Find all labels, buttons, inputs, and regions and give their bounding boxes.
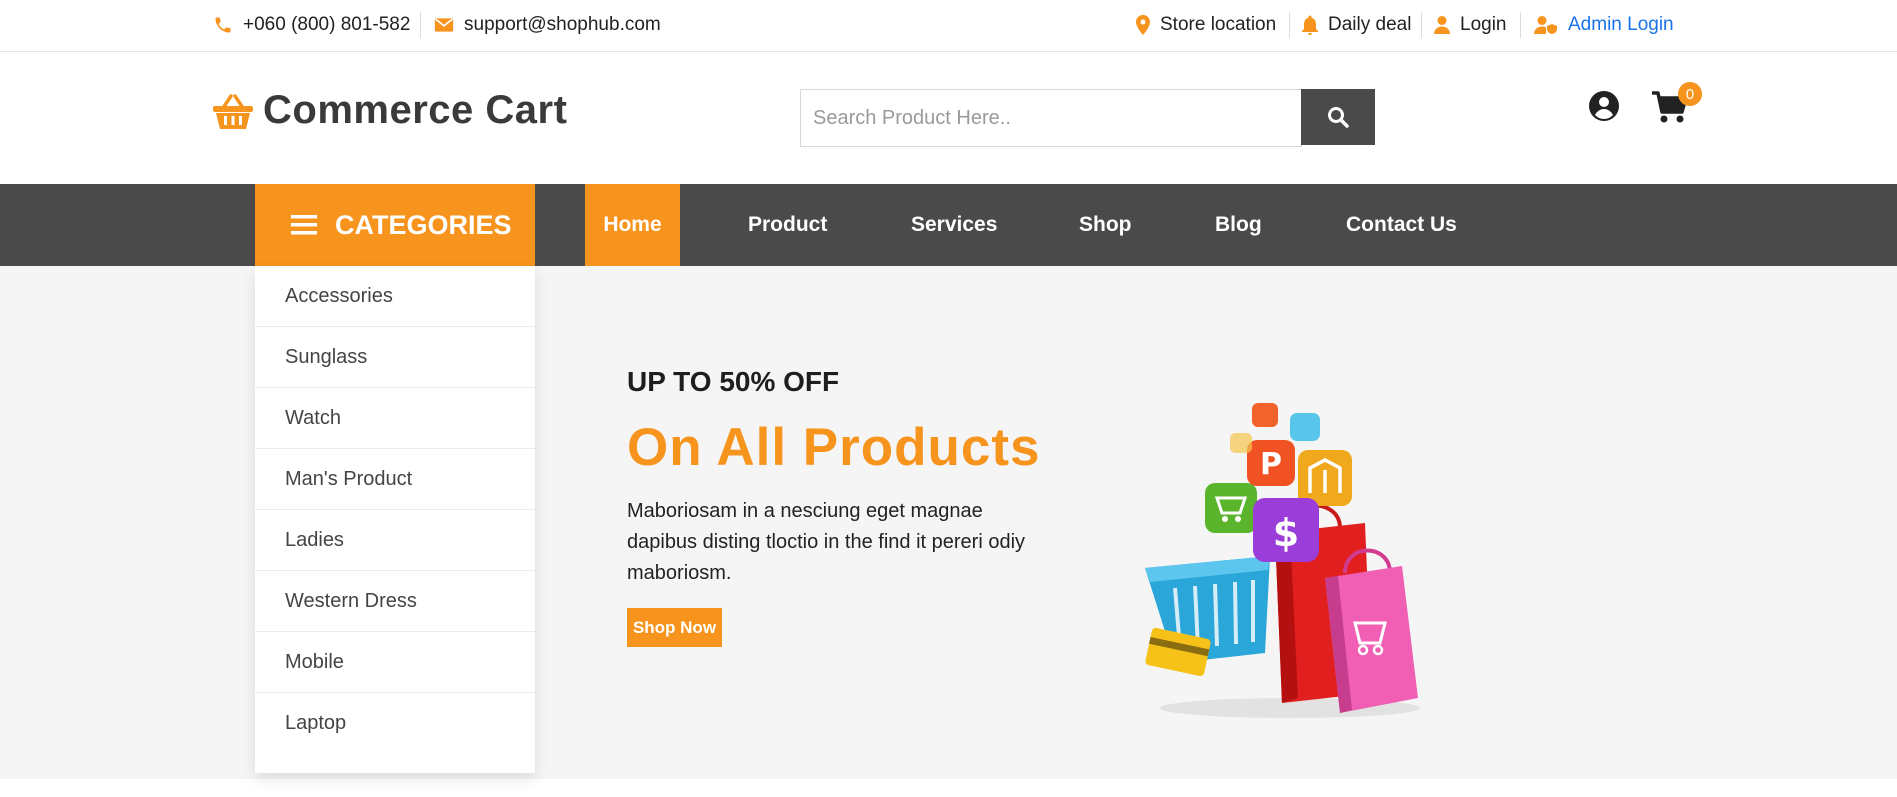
category-item-western-dress[interactable]: Western Dress [255, 571, 535, 632]
divider [1520, 12, 1521, 38]
hero-title: On All Products [627, 418, 1041, 477]
nav-home[interactable]: Home [585, 184, 680, 266]
categories-toggle[interactable]: CATEGORIES [255, 184, 535, 266]
user-icon [1434, 16, 1450, 34]
daily-deal-label: Daily deal [1328, 14, 1412, 35]
phone-contact[interactable]: +060 (800) 801-582 [213, 0, 410, 50]
paypal-app-icon: P [1247, 440, 1295, 486]
divider [1289, 12, 1290, 38]
daily-deal-link[interactable]: Daily deal [1302, 0, 1411, 50]
user-circle-icon [1589, 91, 1619, 121]
category-item-watch[interactable]: Watch [255, 388, 535, 449]
main-header: Commerce Cart 0 [0, 52, 1897, 184]
phone-number: +060 (800) 801-582 [243, 14, 411, 35]
bell-icon [1302, 15, 1318, 35]
category-item-mobile[interactable]: Mobile [255, 632, 535, 693]
categories-label: CATEGORIES [335, 209, 512, 240]
admin-login-link[interactable]: Admin Login [1534, 0, 1674, 50]
logo-text: Commerce Cart [263, 88, 568, 132]
hero-description: Maboriosam in a nesciung eget magnae dap… [627, 500, 1026, 584]
envelope-icon [434, 18, 454, 32]
search-input[interactable] [801, 90, 1301, 146]
main-nav: CATEGORIES Home Product Services Shop Bl… [0, 184, 1897, 266]
nav-shop[interactable]: Shop [1079, 184, 1132, 266]
shop-now-button[interactable]: Shop Now [627, 608, 722, 647]
category-item-laptop[interactable]: Laptop [255, 693, 535, 754]
search-icon [1328, 107, 1349, 128]
category-item-sunglass[interactable]: Sunglass [255, 327, 535, 388]
store-location-link[interactable]: Store location [1136, 0, 1276, 50]
top-bar: +060 (800) 801-582 support@shophub.com S… [0, 0, 1897, 52]
svg-text:$: $ [1273, 511, 1299, 555]
account-button[interactable] [1588, 90, 1620, 122]
nav-blog[interactable]: Blog [1215, 184, 1262, 266]
hero-kicker: UP TO 50% OFF [627, 366, 840, 397]
svg-text:P: P [1260, 447, 1282, 482]
nav-contact-us[interactable]: Contact Us [1346, 184, 1457, 266]
store-location-label: Store location [1160, 14, 1277, 35]
email-address: support@shophub.com [464, 14, 661, 35]
phone-icon [215, 17, 231, 33]
cart-app-icon [1205, 483, 1257, 533]
login-link[interactable]: Login [1434, 0, 1507, 50]
nav-services[interactable]: Services [911, 184, 997, 266]
admin-login-label: Admin Login [1568, 14, 1674, 35]
cart-count-badge: 0 [1678, 82, 1702, 106]
categories-menu: Accessories Sunglass Watch Man's Product… [255, 266, 535, 773]
search-box [800, 89, 1302, 147]
basket-icon [213, 93, 253, 129]
shopping-illustration: P $ [1145, 403, 1420, 718]
hamburger-icon [291, 215, 317, 235]
user-shield-icon [1534, 16, 1557, 34]
category-item-accessories[interactable]: Accessories [255, 266, 535, 327]
site-logo[interactable]: Commerce Cart [213, 88, 567, 133]
nav-product[interactable]: Product [748, 184, 827, 266]
map-pin-icon [1136, 15, 1150, 35]
category-item-mans-product[interactable]: Man's Product [255, 449, 535, 510]
magento-app-icon [1298, 450, 1352, 506]
search-button[interactable] [1301, 89, 1375, 145]
email-contact[interactable]: support@shophub.com [434, 0, 661, 50]
dollar-app-icon: $ [1253, 498, 1319, 562]
category-item-ladies[interactable]: Ladies [255, 510, 535, 571]
login-label: Login [1460, 14, 1507, 35]
divider [1421, 12, 1422, 38]
divider [420, 12, 421, 38]
